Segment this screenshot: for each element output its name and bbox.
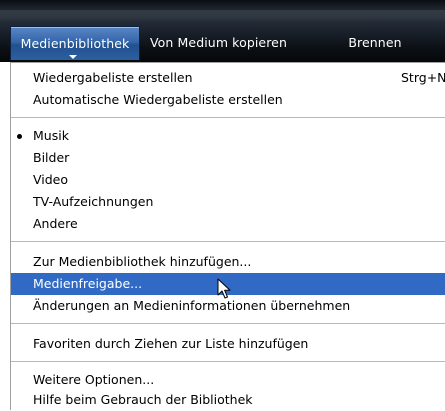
tab-brennen[interactable]: Brennen [340, 26, 410, 59]
radio-bullet-icon [17, 134, 22, 139]
menu-item-video[interactable]: Video [11, 169, 445, 191]
menu-separator [11, 241, 445, 242]
menu-item-tv-aufzeichnungen[interactable]: TV-Aufzeichnungen [11, 191, 445, 213]
mouse-cursor-icon [217, 278, 231, 299]
library-dropdown-menu: Wiedergabeliste erstellen Strg+N Automat… [10, 62, 445, 410]
menu-item-add-to-library[interactable]: Zur Medienbibliothek hinzufügen... [11, 251, 445, 273]
menu-item-label: TV-Aufzeichnungen [33, 194, 154, 209]
menu-item-shortcut: Strg+N [401, 70, 445, 85]
menu-separator [11, 361, 445, 362]
toolbar-gloss [0, 10, 445, 22]
chevron-down-icon [69, 55, 77, 59]
menu-item-label: Favoriten durch Ziehen zur Liste hinzufü… [33, 336, 309, 351]
menu-item-label: Video [33, 172, 69, 187]
menu-item-create-playlist[interactable]: Wiedergabeliste erstellen Strg+N [11, 67, 445, 89]
menu-item-library-help[interactable]: Hilfe beim Gebrauch der Bibliothek [11, 389, 445, 411]
menu-item-musik[interactable]: Musik [11, 125, 445, 147]
menu-item-andere[interactable]: Andere [11, 213, 445, 235]
menu-item-label: Bilder [33, 150, 70, 165]
menu-separator [11, 323, 445, 324]
tab-medienbibliothek[interactable]: Medienbibliothek [10, 26, 140, 60]
menu-item-label: Musik [33, 128, 69, 143]
menu-item-favorites-drag[interactable]: Favoriten durch Ziehen zur Liste hinzufü… [11, 333, 445, 355]
tab-von-medium-kopieren[interactable]: Von Medium kopieren [150, 26, 287, 59]
menu-item-bilder[interactable]: Bilder [11, 147, 445, 169]
menu-item-label: Zur Medienbibliothek hinzufügen... [33, 254, 252, 269]
menu-item-label: Weitere Optionen... [33, 372, 155, 387]
tab-label: Medienbibliothek [20, 36, 130, 51]
menu-item-label: Hilfe beim Gebrauch der Bibliothek [33, 392, 253, 407]
menu-item-more-options[interactable]: Weitere Optionen... [11, 369, 445, 391]
menu-item-label: Änderungen an Medieninformationen überne… [33, 298, 351, 313]
menu-item-create-auto-playlist[interactable]: Automatische Wiedergabeliste erstellen [11, 89, 445, 111]
tab-label: Von Medium kopieren [150, 35, 287, 50]
tab-label: Brennen [348, 35, 402, 50]
menu-item-label: Medienfreigabe... [33, 276, 143, 291]
menu-separator [11, 117, 445, 118]
menu-item-label: Wiedergabeliste erstellen [33, 70, 193, 85]
menu-item-label: Andere [33, 216, 78, 231]
library-toolbar: Medienbibliothek Von Medium kopieren Bre… [0, 0, 445, 62]
menu-item-label: Automatische Wiedergabeliste erstellen [33, 92, 283, 107]
